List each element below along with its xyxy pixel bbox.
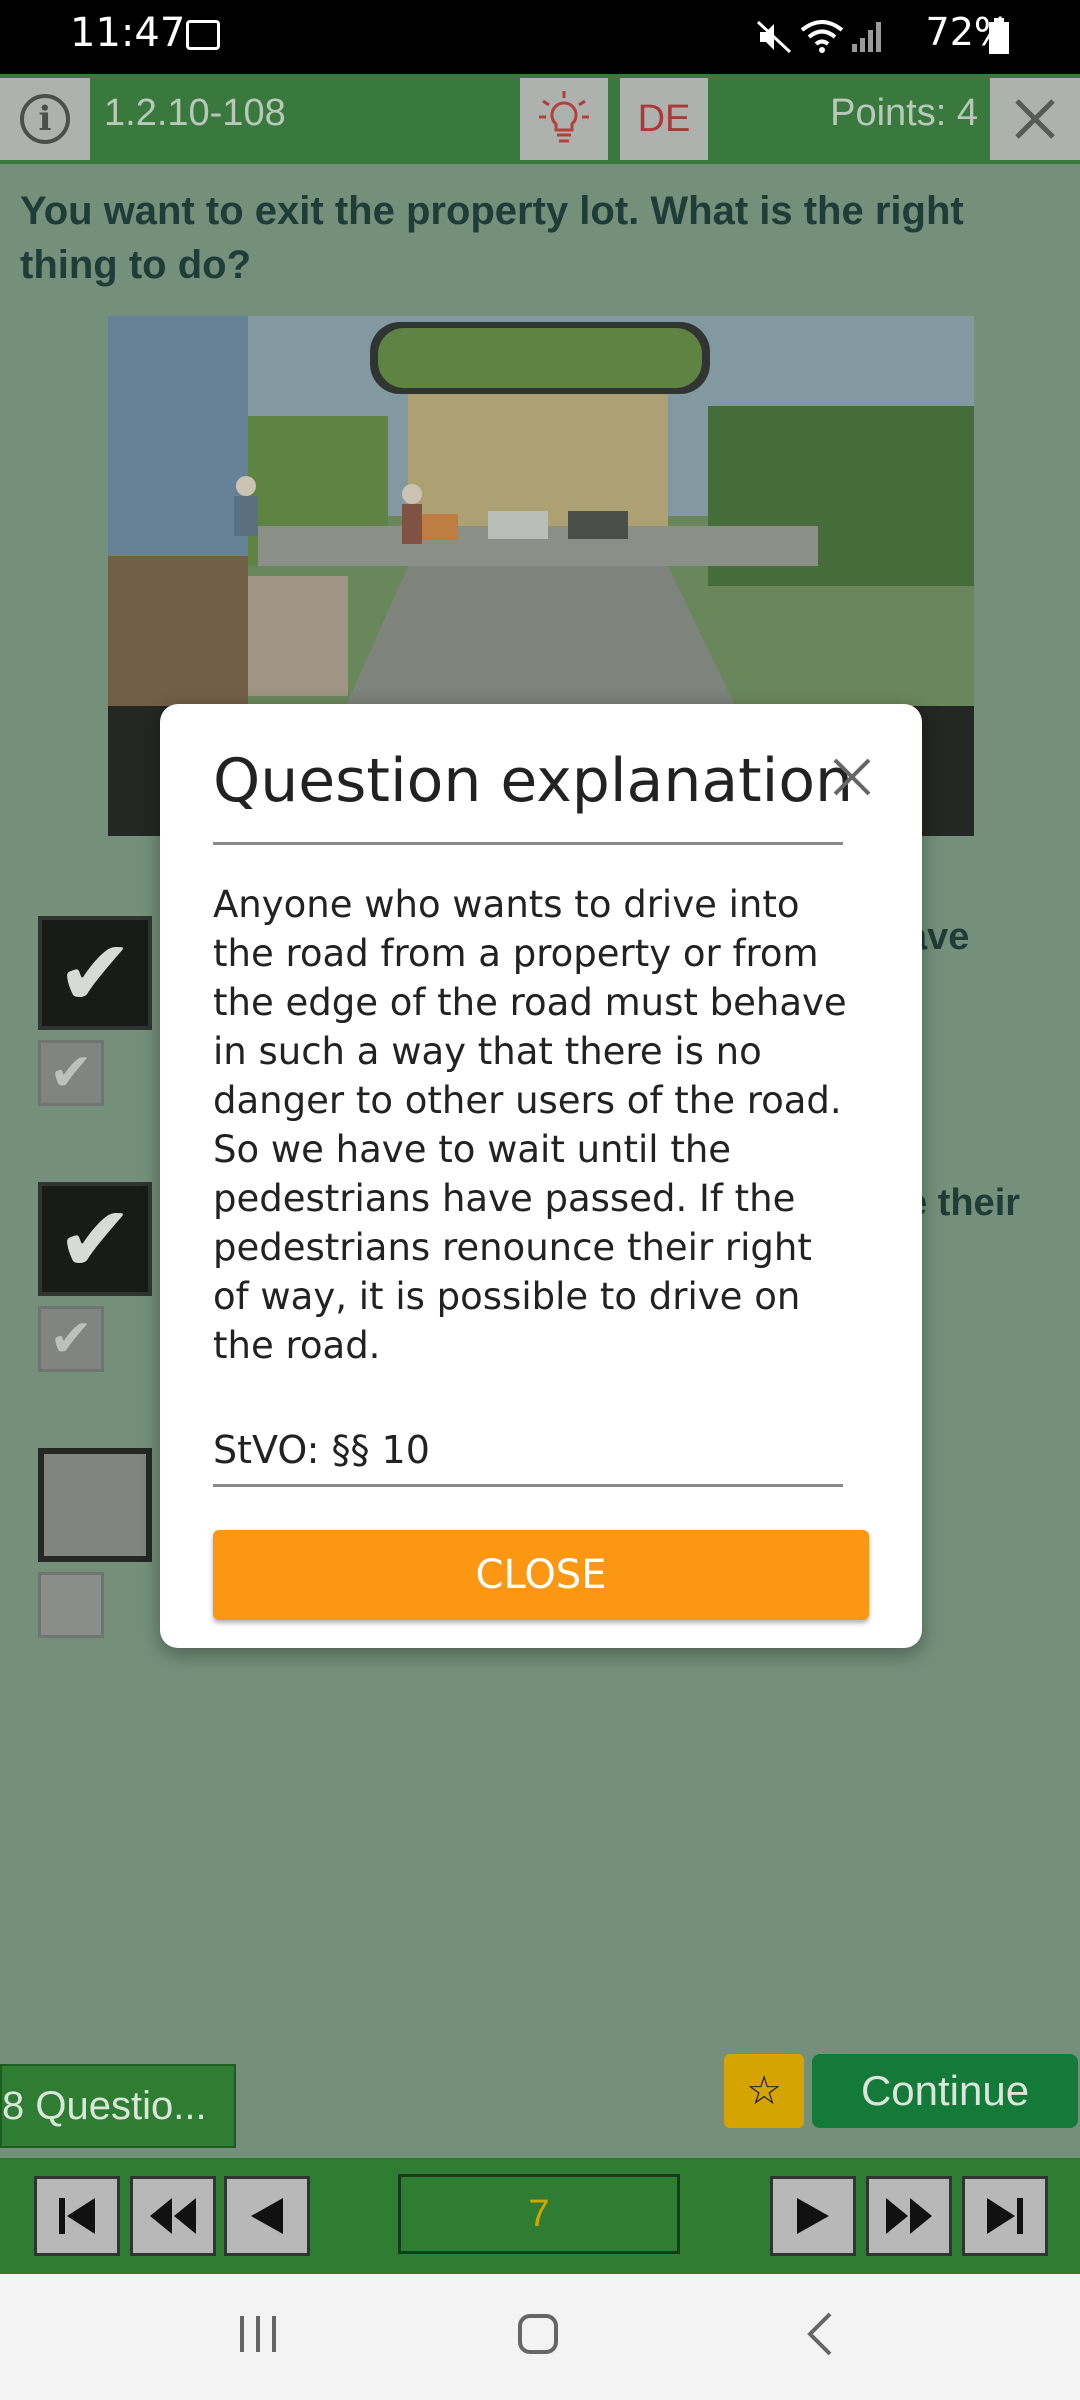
law-reference: StVO: §§ 10 <box>213 1428 430 1472</box>
image-icon <box>186 20 220 50</box>
dialog-close-icon-button[interactable] <box>832 744 872 811</box>
explanation-text: Anyone who wants to drive into the road … <box>213 883 847 1367</box>
quiz-screen: i 1.2.10-108 DE Points: 4 You want to ex… <box>0 74 1080 2274</box>
close-icon <box>833 758 871 796</box>
recent-apps-icon[interactable] <box>236 2312 280 2356</box>
dialog-close-button[interactable]: CLOSE <box>213 1530 869 1620</box>
previous-icon <box>251 2198 283 2234</box>
first-question-button[interactable] <box>34 2176 120 2256</box>
signal-icon <box>852 22 881 52</box>
explanation-dialog: Question explanation Anyone who wants to… <box>160 704 922 1648</box>
next-question-button[interactable] <box>770 2176 856 2256</box>
dialog-divider <box>213 1484 843 1487</box>
home-icon[interactable] <box>514 2310 562 2358</box>
wifi-icon <box>800 20 844 53</box>
back-icon[interactable] <box>800 2310 840 2358</box>
status-bar: 11:47 72% <box>0 0 1080 74</box>
mute-icon <box>756 20 792 54</box>
last-question-button[interactable] <box>962 2176 1048 2256</box>
current-question-number[interactable]: 7 <box>398 2174 680 2254</box>
fast-forward-icon <box>886 2198 932 2234</box>
skip-last-icon <box>987 2198 1023 2234</box>
question-count-tab[interactable]: 8 Questio... <box>0 2064 236 2148</box>
previous-question-button[interactable] <box>224 2176 310 2256</box>
skip-first-icon <box>59 2198 95 2234</box>
rewind-button[interactable] <box>130 2176 216 2256</box>
battery-icon <box>989 18 1009 54</box>
fast-forward-button[interactable] <box>866 2176 952 2256</box>
status-time: 11:47 <box>70 10 186 56</box>
dialog-divider <box>213 842 843 845</box>
rewind-icon <box>150 2198 196 2234</box>
system-navigation-bar <box>0 2274 1080 2400</box>
next-icon <box>797 2198 829 2234</box>
continue-button[interactable]: Continue <box>812 2054 1078 2128</box>
star-icon: ☆ <box>746 2069 782 2113</box>
dialog-title: Question explanation <box>213 746 854 816</box>
bookmark-button[interactable]: ☆ <box>724 2054 804 2128</box>
